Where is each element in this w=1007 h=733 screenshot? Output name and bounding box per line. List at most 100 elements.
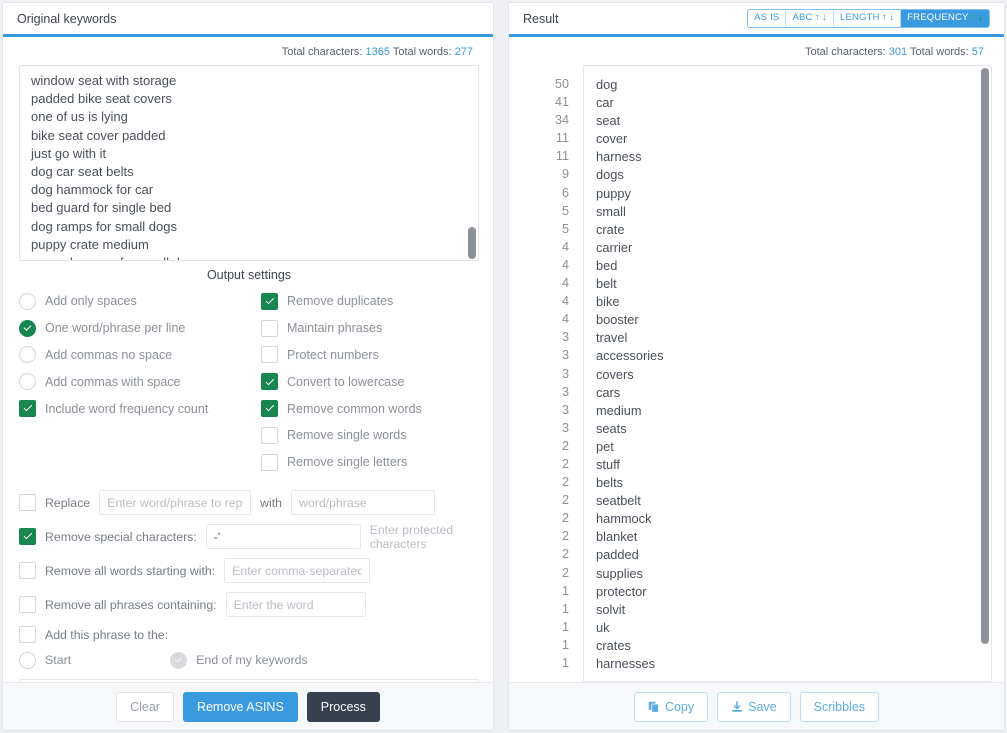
output-mode-radio[interactable] bbox=[19, 373, 36, 391]
left-chars-value: 1365 bbox=[365, 46, 391, 58]
replace-find-input[interactable] bbox=[99, 490, 252, 516]
save-button[interactable]: Save bbox=[717, 691, 791, 722]
sort-button-as-is[interactable]: AS IS bbox=[748, 10, 787, 27]
right-chars-value: 301 bbox=[888, 46, 908, 58]
result-word: uk bbox=[596, 619, 610, 635]
position-end-option[interactable]: End of my keywords bbox=[170, 651, 308, 669]
frequency-count: 2 bbox=[561, 438, 569, 453]
sort-descending-icon[interactable]: ↓ bbox=[978, 13, 983, 23]
output-filter-checkbox[interactable] bbox=[261, 453, 278, 471]
frequency-count: 50 bbox=[554, 77, 569, 91]
output-filter-checkbox[interactable] bbox=[261, 319, 278, 337]
result-word: seat bbox=[596, 113, 621, 129]
result-word: accessories bbox=[596, 348, 664, 364]
keywords-list: window seat with storage padded bike seat… bbox=[20, 66, 478, 260]
keyword-line: bed guard for single bed bbox=[31, 200, 172, 216]
output-filter-option[interactable]: Remove duplicates bbox=[261, 288, 479, 315]
keywords-scrollbar-thumb[interactable] bbox=[468, 227, 476, 259]
output-mode-radio[interactable] bbox=[19, 319, 36, 337]
keyword-line: dog ramps for small dogs bbox=[31, 218, 177, 234]
replace-with-input[interactable] bbox=[291, 490, 435, 516]
output-filter-label: Remove single words bbox=[287, 428, 407, 443]
keyword-line: dog hammock for car bbox=[31, 182, 154, 198]
output-filter-checkbox[interactable] bbox=[261, 292, 278, 310]
position-end-radio[interactable] bbox=[170, 651, 188, 669]
sort-descending-icon[interactable]: ↓ bbox=[822, 13, 827, 23]
replace-checkbox[interactable] bbox=[19, 494, 36, 512]
output-filter-option[interactable]: Convert to lowercase bbox=[261, 368, 479, 395]
remove-words-starting-with-checkbox[interactable] bbox=[19, 562, 36, 580]
download-icon bbox=[731, 700, 743, 713]
keywords-textarea[interactable]: window seat with storage padded bike seat… bbox=[19, 65, 479, 261]
output-filter-option[interactable]: Remove single letters bbox=[261, 449, 479, 476]
output-filter-option[interactable]: Protect numbers bbox=[261, 342, 479, 369]
process-button[interactable]: Process bbox=[306, 691, 380, 722]
output-filter-label: Remove single letters bbox=[287, 455, 408, 470]
protected-characters-input[interactable] bbox=[205, 524, 361, 550]
remove-special-characters-checkbox[interactable] bbox=[19, 528, 36, 546]
right-chars-label: Total characters: bbox=[805, 46, 886, 58]
include-word-frequency-checkbox[interactable] bbox=[19, 400, 36, 418]
output-filter-option[interactable]: Remove common words bbox=[261, 395, 479, 422]
result-word: blanket bbox=[596, 529, 638, 545]
position-start-radio[interactable] bbox=[19, 651, 36, 669]
keyword-line: puppy crate medium bbox=[31, 236, 149, 252]
output-mode-option[interactable]: Add commas no space bbox=[19, 342, 249, 369]
output-mode-option[interactable]: Add commas with space bbox=[19, 368, 249, 395]
keyword-line: padded bike seat covers bbox=[31, 91, 172, 107]
remove-phrases-containing-checkbox[interactable] bbox=[19, 596, 36, 614]
frequency-column: 50 41 34 11 11 9 6 5 5 4 4 4 4 4 3 3 3 3 3 3 2 2 2 2 2 2 2 2 1 1 1 1 1 bbox=[525, 65, 569, 682]
output-filter-label: Protect numbers bbox=[287, 347, 379, 362]
copy-icon bbox=[648, 701, 660, 713]
output-filter-checkbox[interactable] bbox=[261, 373, 278, 391]
output-mode-radio[interactable] bbox=[19, 292, 36, 310]
copy-button[interactable]: Copy bbox=[633, 691, 709, 722]
remove-asins-button[interactable]: Remove ASINS bbox=[182, 691, 298, 722]
output-mode-option[interactable]: One word/phrase per line bbox=[19, 315, 249, 342]
result-scrollbar-thumb[interactable] bbox=[981, 68, 989, 644]
keyword-line: bike seat cover padded bbox=[31, 127, 166, 143]
contains-input[interactable] bbox=[225, 592, 366, 618]
sort-ascending-icon[interactable]: ↑ bbox=[882, 13, 887, 23]
output-filter-option[interactable]: Maintain phrases bbox=[261, 315, 479, 342]
output-mode-radio[interactable] bbox=[19, 346, 36, 364]
contains-row: Remove all phrases containing: bbox=[19, 588, 479, 622]
output-filter-checkbox[interactable] bbox=[261, 400, 278, 418]
include-word-frequency-option[interactable]: Include word frequency count bbox=[19, 395, 249, 422]
output-mode-option[interactable]: Add only spaces bbox=[19, 288, 249, 315]
sort-button-label: LENGTH bbox=[840, 12, 880, 23]
clear-button[interactable]: Clear bbox=[116, 691, 174, 722]
frequency-count: 41 bbox=[554, 95, 569, 110]
frequency-count: 4 bbox=[561, 239, 569, 254]
output-filter-checkbox[interactable] bbox=[261, 426, 278, 444]
sort-descending-icon[interactable]: ↓ bbox=[889, 13, 894, 23]
frequency-count: 1 bbox=[561, 637, 569, 652]
sort-button-label: FREQUENCY bbox=[907, 12, 969, 23]
sort-ascending-icon[interactable]: ↑ bbox=[815, 13, 820, 23]
output-mode-radio-label: Add commas no space bbox=[45, 347, 173, 362]
result-textarea[interactable]: dog car seat cover harness dogs puppy small crat… bbox=[583, 65, 992, 682]
frequency-count: 4 bbox=[561, 257, 569, 272]
sort-button-frequency[interactable]: FREQUENCY ↑ ↓ bbox=[901, 10, 989, 27]
left-panel-header: Original keywords bbox=[3, 3, 493, 37]
output-filter-label: Convert to lowercase bbox=[287, 374, 405, 389]
keyword-line: just go with it bbox=[31, 145, 107, 161]
prefix-row: Remove all words starting with: bbox=[19, 554, 479, 588]
sort-ascending-icon[interactable]: ↑ bbox=[971, 13, 976, 23]
result-word: cover bbox=[596, 131, 628, 147]
result-scrollbar[interactable] bbox=[981, 66, 989, 681]
position-start-option[interactable]: Start bbox=[19, 651, 71, 669]
sort-button-group: AS IS ABC ↑ ↓ LENGTH ↑ ↓ FREQUENCY ↑ ↓ bbox=[747, 9, 990, 28]
result-word: stuff bbox=[596, 456, 620, 472]
keywords-scrollbar[interactable] bbox=[468, 66, 476, 260]
sort-button-length[interactable]: LENGTH ↑ ↓ bbox=[834, 10, 902, 27]
output-filter-option[interactable]: Remove single words bbox=[261, 422, 479, 449]
result-word: harness bbox=[596, 149, 642, 165]
result-word: seats bbox=[596, 420, 627, 436]
prefix-input[interactable] bbox=[224, 558, 371, 584]
replace-with-label: with bbox=[260, 495, 282, 510]
sort-button-abc[interactable]: ABC ↑ ↓ bbox=[786, 10, 834, 27]
output-filter-checkbox[interactable] bbox=[261, 346, 278, 364]
scribbles-button[interactable]: Scribbles bbox=[799, 691, 880, 722]
add-phrase-checkbox[interactable] bbox=[19, 626, 36, 644]
